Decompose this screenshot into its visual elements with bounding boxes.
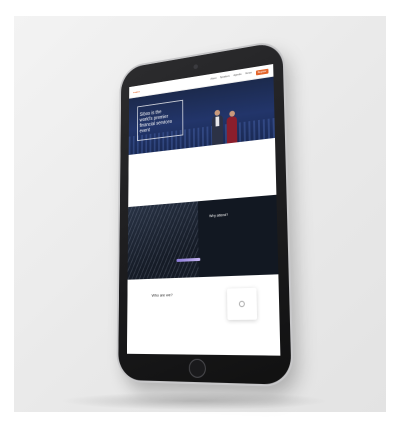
site-logo[interactable]: ••••• — [133, 89, 140, 95]
camera-icon — [193, 64, 198, 70]
nav-link-agenda[interactable]: Agenda — [233, 72, 241, 78]
hero-speaker-man — [211, 109, 224, 146]
intro-body — [157, 156, 207, 161]
tablet-mockup-stage: ••••• About Speakers Agenda Venue Regist… — [0, 0, 398, 426]
nav-link-venue[interactable]: Venue — [245, 71, 252, 77]
why-attend-section: Why attend? — [127, 194, 279, 280]
nav-link-about[interactable]: About — [210, 76, 216, 82]
nav-link-speakers[interactable]: Speakers — [220, 74, 230, 80]
who-feature-card[interactable] — [227, 287, 258, 320]
why-attend-content: Why attend? — [209, 210, 267, 221]
tablet-device: ••••• About Speakers Agenda Venue Regist… — [118, 41, 292, 385]
who-body — [152, 300, 192, 301]
crowd-photo — [127, 201, 199, 280]
why-attend-paragraph-2 — [209, 217, 267, 221]
home-button[interactable] — [188, 358, 206, 379]
why-attend-heading: Why attend? — [209, 212, 229, 219]
hero-speaker-woman — [226, 110, 238, 144]
nav-register-button[interactable]: Register — [255, 68, 269, 76]
intro-lead — [157, 154, 207, 160]
tablet-screen: ••••• About Speakers Agenda Venue Regist… — [126, 64, 281, 356]
circle-icon — [238, 300, 245, 308]
who-are-we-section: Who are we? — [126, 274, 281, 356]
why-attend-paragraph-1 — [209, 217, 267, 221]
who-heading: Who are we? — [151, 292, 173, 298]
